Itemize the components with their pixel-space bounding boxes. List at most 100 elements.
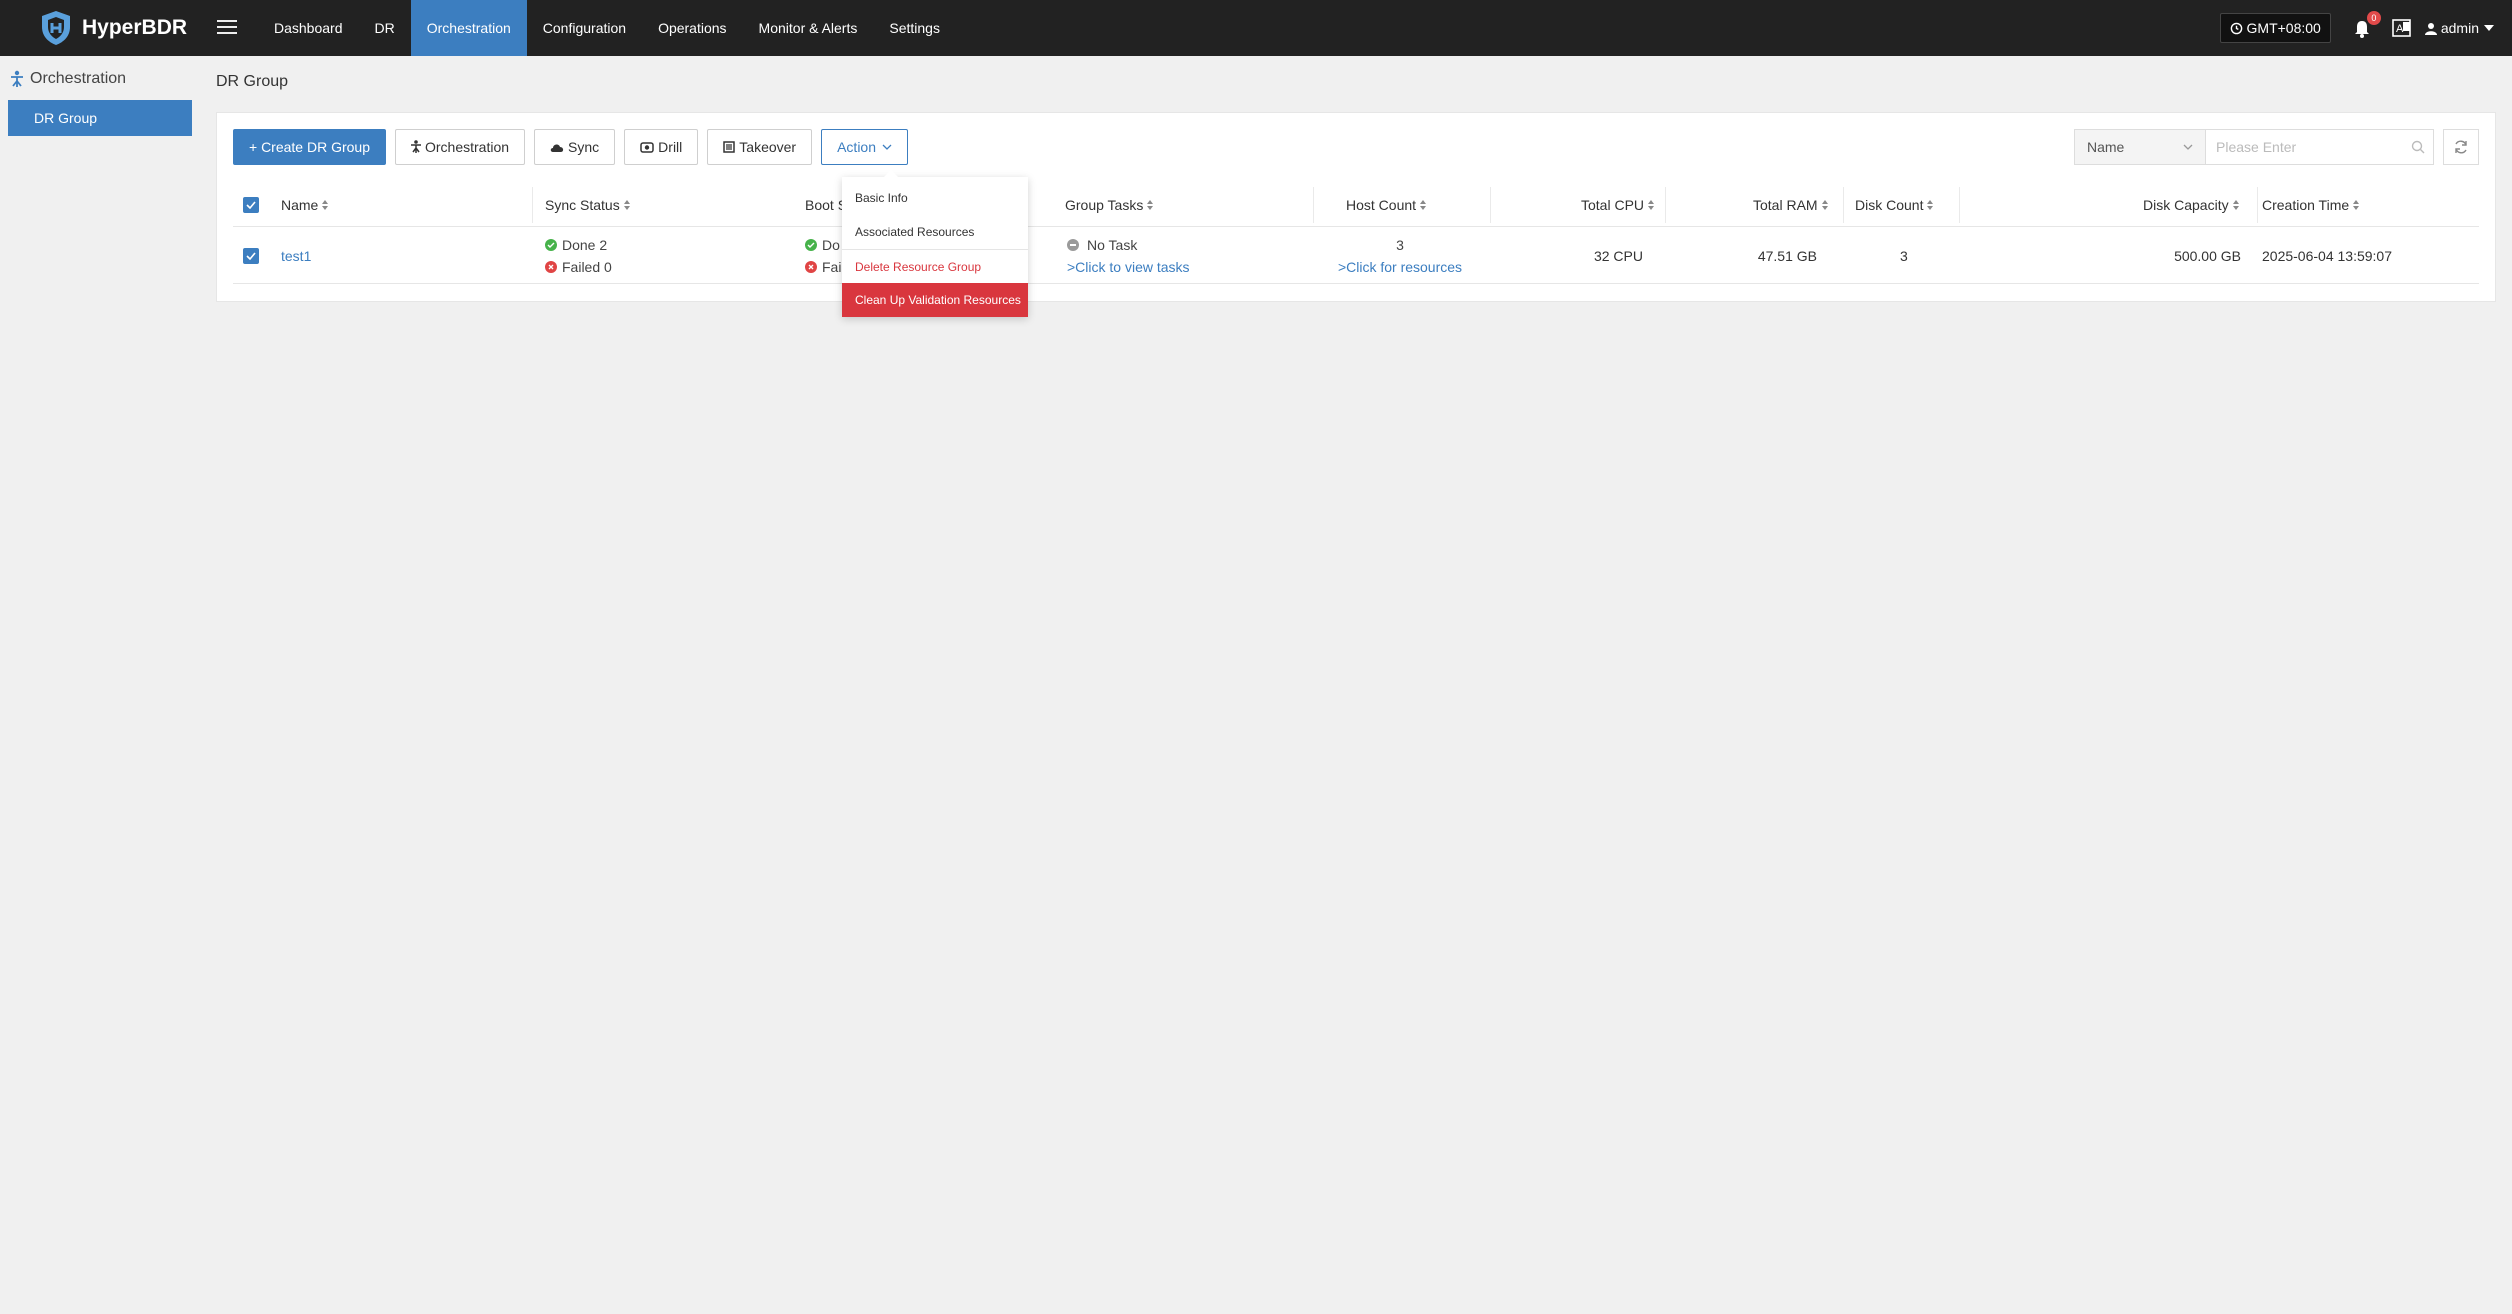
takeover-icon [723,141,736,153]
col-total-ram[interactable]: Total RAM [1753,183,1828,227]
search-icon[interactable] [2411,140,2425,154]
search-field-select[interactable]: Name [2074,129,2206,165]
main-nav: Dashboard DR Orchestration Configuration… [258,0,956,56]
language-icon[interactable]: A [2391,17,2413,39]
caret-down-icon [2484,25,2494,31]
col-name[interactable]: Name [281,183,329,227]
nav-monitor-alerts[interactable]: Monitor & Alerts [743,0,874,56]
refresh-button[interactable] [2443,129,2479,165]
user-menu[interactable]: admin [2424,20,2498,36]
nav-orchestration[interactable]: Orchestration [410,0,527,56]
view-tasks-link[interactable]: >Click to view tasks [1067,256,1190,278]
sort-icon [1648,200,1655,210]
drill-button[interactable]: Drill [624,129,699,165]
app-name: HyperBDR [82,16,188,39]
host-count: 3 [1396,236,1404,253]
menu-item-delete-resource-group[interactable]: Delete Resource Group [842,249,1028,283]
app-logo[interactable]: HyperBDR [38,9,187,47]
col-disk-count-label: Disk Count [1855,197,1924,213]
nav-operations[interactable]: Operations [642,0,742,56]
drill-button-label: Drill [658,139,683,155]
success-icon [805,238,817,251]
total-cpu: 32 CPU [1593,247,1643,264]
page-title: DR Group [216,73,289,90]
menu-item-associated-resources[interactable]: Associated Resources [842,215,1028,249]
nav-dashboard[interactable]: Dashboard [258,0,359,56]
failed-icon [805,260,817,273]
sidebar-item-dr-group[interactable]: DR Group [8,100,192,136]
dr-group-panel: + Create DR Group Orchestration Sync Dri… [216,112,2496,302]
sort-icon [322,200,329,210]
chevron-down-icon [2183,144,2193,150]
timezone-button[interactable]: GMT+08:00 [2219,13,2331,43]
menu-item-basic-info[interactable]: Basic Info [842,181,1028,215]
user-name: admin [2440,20,2479,36]
notifications-button[interactable]: 0 [2351,11,2381,40]
search-bar: Name [2074,129,2434,165]
col-sync-status-label: Sync Status [545,197,620,213]
select-all-checkbox[interactable] [243,183,259,227]
sort-icon [1147,200,1154,210]
nav-dr[interactable]: DR [359,0,411,56]
col-total-ram-label: Total RAM [1753,197,1818,213]
sort-icon [623,200,630,210]
clock-icon [2230,22,2242,34]
col-creation-time[interactable]: Creation Time [2262,183,2360,227]
search-field-value: Name [2087,139,2125,155]
sync-status-cell: Done 2 Failed 0 [545,227,612,284]
top-navbar: HyperBDR Dashboard DR Orchestration Conf… [0,0,2512,56]
action-dropdown-button[interactable]: Action [821,129,909,165]
col-group-tasks[interactable]: Group Tasks [1065,183,1154,227]
creation-time: 2025-06-04 13:59:07 [2262,247,2392,264]
sync-failed: Failed 0 [562,258,612,275]
menu-item-clean-up-validation-resources[interactable]: Clean Up Validation Resources [842,283,1028,317]
view-resources-link[interactable]: >Click for resources [1338,256,1462,278]
sync-done: Done 2 [562,236,608,253]
disk-count: 3 [1900,247,1908,264]
col-disk-count[interactable]: Disk Count [1855,183,1934,227]
takeover-button[interactable]: Takeover [707,129,813,165]
sync-button[interactable]: Sync [534,129,616,165]
col-host-count[interactable]: Host Count [1346,183,1427,227]
col-creation-time-label: Creation Time [2262,197,2350,213]
user-icon [2424,22,2437,35]
svg-text:A: A [2396,23,2404,35]
menu-toggle-icon[interactable] [217,16,237,38]
col-disk-capacity[interactable]: Disk Capacity [2143,183,2239,227]
group-tasks-cell: No Task >Click to view tasks [1067,227,1190,284]
orchestration-button[interactable]: Orchestration [395,129,526,165]
sidebar-title: Orchestration [10,70,126,88]
nav-settings[interactable]: Settings [873,0,956,56]
row-checkbox[interactable] [243,227,259,284]
drill-icon [640,141,654,153]
col-sync-status[interactable]: Sync Status [545,183,630,227]
col-name-label: Name [281,197,319,213]
timezone-label: GMT+08:00 [2246,20,2321,36]
column-divider [1490,187,1491,223]
col-group-tasks-label: Group Tasks [1065,197,1144,213]
col-boot-status[interactable]: Boot S [805,183,847,227]
col-disk-capacity-label: Disk Capacity [2143,197,2229,213]
sidebar-title-label: Orchestration [30,70,127,87]
action-dropdown-menu: Basic Info Associated Resources Delete R… [842,170,1028,317]
failed-icon [545,260,557,273]
table-row: test1 Done 2 Failed 0 Do Faili No Task >… [233,227,2479,284]
column-divider [2257,187,2258,223]
dr-group-table: Name Sync Status Boot S Group Tasks Host… [233,183,2479,284]
col-boot-status-label: Boot S [805,197,848,213]
create-dr-group-button[interactable]: + Create DR Group [233,129,386,165]
nav-configuration[interactable]: Configuration [527,0,642,56]
col-total-cpu[interactable]: Total CPU [1581,183,1655,227]
shield-logo-icon [42,11,70,45]
column-divider [532,187,533,223]
nav-right: GMT+08:00 0 A admin [2219,0,2512,56]
takeover-button-label: Takeover [739,139,797,155]
row-name-link[interactable]: test1 [281,248,311,264]
notification-badge: 0 [2366,11,2381,25]
search-input[interactable] [2206,130,2433,164]
sort-icon [1420,200,1427,210]
table-header: Name Sync Status Boot S Group Tasks Host… [233,183,2479,227]
sort-icon [1927,200,1934,210]
chevron-down-icon [882,144,892,150]
action-button-label: Action [837,139,877,155]
